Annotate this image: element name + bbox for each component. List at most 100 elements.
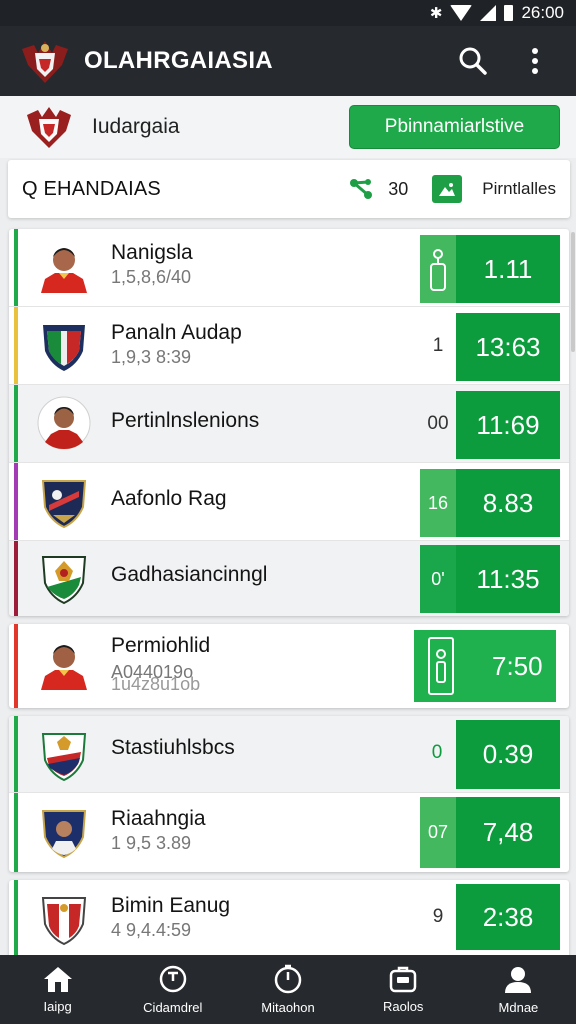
row-score[interactable]: 11:69 xyxy=(456,391,560,459)
search-filter-label[interactable]: Q EHANDAIAS xyxy=(22,178,161,201)
row-name: Riaahngia xyxy=(111,807,206,830)
scrollbar-thumb[interactable] xyxy=(571,232,575,352)
results-card-1: Nanigsla 1,5,8,6/40 1.11 Panaln Audap 1,… xyxy=(9,229,569,616)
row-accent-bar xyxy=(14,307,18,384)
list-item[interactable]: Gadhasianсinngl 0' 11:35 xyxy=(9,541,569,616)
nav-label: Mitaohon xyxy=(261,1000,315,1015)
filter-bar: Q EHANDAIAS 30 Pirntlalles xyxy=(8,160,570,218)
row-rank-block: 07 xyxy=(420,797,456,868)
row-sub: 1 9,5 3.89 xyxy=(111,833,192,853)
nav-label: Raolos xyxy=(382,999,424,1014)
crest-garuda-icon xyxy=(41,556,87,605)
nav-item-match[interactable]: Mitaohon xyxy=(230,955,345,1024)
row-name: Permiohlid xyxy=(111,634,211,657)
row-score[interactable]: 2:38 xyxy=(456,884,560,950)
row-accent-bar xyxy=(14,716,18,792)
row-rank: 16 xyxy=(427,492,449,513)
nav-label: Cidamdrel xyxy=(143,1000,203,1015)
clock-icon xyxy=(159,965,187,993)
row-status-block: 7:50 xyxy=(414,630,556,702)
row-score[interactable]: 11:35 xyxy=(456,545,560,613)
row-status-block xyxy=(420,235,456,303)
player-round-icon xyxy=(37,396,91,450)
row-rank: 9 xyxy=(432,906,444,927)
image-icon[interactable] xyxy=(432,175,463,203)
row-sub: 4 9,4.4:59 xyxy=(111,920,192,940)
stopwatch-icon xyxy=(274,964,302,994)
filter-sort-label[interactable]: Pirntlalles xyxy=(482,179,556,199)
row-rank: 0 xyxy=(431,742,443,763)
row-accent-bar xyxy=(14,793,18,872)
results-card-4: Bimin Eanug 4 9,4.4:59 9 2:38 xyxy=(9,880,569,960)
list-item[interactable]: Riaahngia 1 9,5 3.89 07 7,48 xyxy=(9,793,569,872)
list-item[interactable]: Pertinlnslenions 00 11:69 xyxy=(9,385,569,463)
results-card-2: Permiohlid А044019о 1u4z8u1ob 7:50 xyxy=(9,624,569,708)
more-vert-icon[interactable] xyxy=(518,44,552,78)
row-accent-bar xyxy=(14,880,18,960)
signal-icon xyxy=(480,5,497,21)
player-red-icon xyxy=(41,248,87,293)
wifi-icon xyxy=(450,5,473,21)
row-score[interactable]: 8.83 xyxy=(456,469,560,537)
row-name: Bimin Eanug xyxy=(111,894,231,917)
list-item[interactable]: Nanigsla 1,5,8,6/40 1.11 xyxy=(9,229,569,307)
crest-green-red-icon xyxy=(43,325,85,371)
row-score[interactable]: 7:50 xyxy=(492,651,543,682)
home-icon xyxy=(43,967,72,992)
row-rank: 00 xyxy=(427,413,449,434)
league-name: Iudargaia xyxy=(92,115,180,138)
league-crest-icon xyxy=(27,107,71,148)
row-rank-block: 0' xyxy=(420,545,456,613)
row-sub: 1,9,3 8:39 xyxy=(111,347,192,367)
row-accent-bar xyxy=(14,624,18,708)
row-sub-secondary: 1u4z8u1ob xyxy=(111,674,201,694)
list-item[interactable]: Panaln Audap 1,9,3 8:39 1 13:63 xyxy=(9,307,569,385)
league-header: Iudargaia Pbinnamiarlstive xyxy=(0,96,576,158)
row-score[interactable]: 7,48 xyxy=(456,797,560,868)
list-item[interactable]: Aafonlo Rag 16 8.83 xyxy=(9,463,569,541)
battery-icon xyxy=(504,5,514,21)
briefcase-icon xyxy=(389,966,417,993)
results-card-3: Stastiuhlsbcs 0 0.39 Riaahngia 1 9,5 3.8… xyxy=(9,716,569,872)
crest-navy-icon xyxy=(41,480,87,529)
row-score[interactable]: 0.39 xyxy=(456,720,560,789)
row-rank: 1 xyxy=(432,335,444,356)
nav-item-calendar[interactable]: Cidamdrel xyxy=(115,955,230,1024)
row-score[interactable]: 1.11 xyxy=(456,235,560,303)
status-bar: ✱ 26:00 xyxy=(0,0,576,26)
bottom-nav: Iaipg Cidamdrel Mitaohon Raolos Mdnae xyxy=(0,955,576,1024)
row-accent-bar xyxy=(14,541,18,616)
app-bar: OLAHRGAIASIA xyxy=(0,26,576,96)
nav-item-profile[interactable]: Mdnae xyxy=(461,955,576,1024)
crest-player-icon xyxy=(41,810,87,859)
profile-icon xyxy=(505,967,532,993)
list-item[interactable]: Stastiuhlsbcs 0 0.39 xyxy=(9,716,569,793)
row-name: Aafonlo Rag xyxy=(111,487,227,510)
nav-item-radios[interactable]: Raolos xyxy=(346,955,461,1024)
app-title: OLAHRGAIASIA xyxy=(84,47,273,74)
nav-label: Mdnae xyxy=(498,1000,539,1015)
row-name: Pertinlnslenions xyxy=(111,409,260,432)
crest-logo-icon[interactable] xyxy=(18,35,72,87)
league-action-button[interactable]: Pbinnamiarlstive xyxy=(349,105,560,149)
row-sub: 1,5,8,6/40 xyxy=(111,267,192,287)
row-rank-block: 16 xyxy=(420,469,456,537)
status-time: 26:00 xyxy=(521,3,564,22)
row-name: Stastiuhlsbcs xyxy=(111,736,235,759)
crest-flag-icon xyxy=(41,733,87,782)
nav-item-home[interactable]: Iaipg xyxy=(0,955,115,1024)
row-accent-bar xyxy=(14,229,18,306)
list-item[interactable]: Bimin Eanug 4 9,4.4:59 9 2:38 xyxy=(9,880,569,960)
bluetooth-icon: ✱ xyxy=(429,5,443,22)
crest-red-white-icon xyxy=(41,897,87,946)
player-red-icon xyxy=(41,645,87,690)
nav-label: Iaipg xyxy=(43,999,72,1014)
row-score[interactable]: 13:63 xyxy=(456,313,560,381)
row-accent-bar xyxy=(14,463,18,540)
flow-icon[interactable] xyxy=(348,176,374,202)
search-icon[interactable] xyxy=(456,44,490,78)
row-rank: 07 xyxy=(427,822,449,842)
list-item[interactable]: Permiohlid А044019о 1u4z8u1ob 7:50 xyxy=(9,624,569,708)
row-rank: 0' xyxy=(431,568,445,589)
filter-count: 30 xyxy=(388,178,409,199)
